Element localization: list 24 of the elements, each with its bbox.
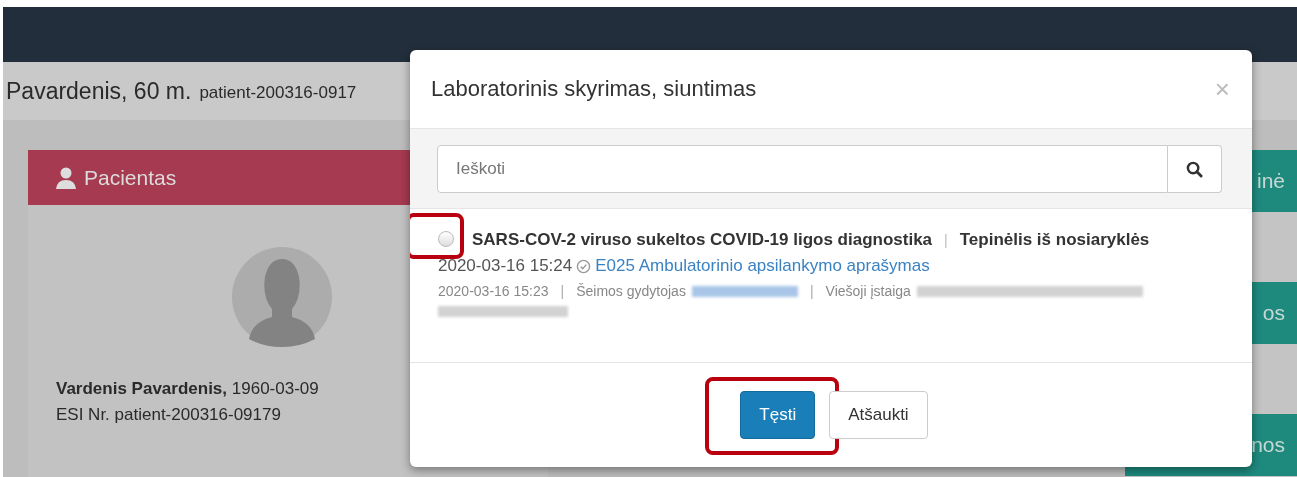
cancel-button[interactable]: Atšaukti [829, 391, 928, 439]
institution-label: Viešoji įstaiga [825, 283, 911, 299]
separator: | [560, 283, 565, 299]
search-button[interactable] [1168, 145, 1222, 193]
dialog-title: Laboratorinis skyrimas, siuntimas [431, 76, 757, 102]
document-link[interactable]: E025 Ambulatorinio apsilankymo aprašymas [595, 256, 930, 276]
user-icon [56, 166, 76, 189]
specimen-name: Tepinėlis iš nosiaryklės [959, 230, 1150, 249]
test-name: SARS-COV-2 viruso sukeltos COVID-19 ligos diagnostika [472, 230, 933, 249]
esi-number: ESI Nr. patient-200316-09179 [56, 405, 282, 425]
date-time: 2020-03-16 15:24 [438, 256, 573, 276]
search-icon [1186, 160, 1203, 178]
avatar-silhouette-icon [232, 247, 332, 347]
meta-date: 2020-03-16 15:23 [438, 283, 549, 299]
card-title: Pacientas [84, 165, 177, 190]
continue-button[interactable]: Tęsti [740, 391, 816, 439]
doctor-label: Šeimos gydytojas [576, 283, 686, 299]
patient-heading: Pavardenis, 60 m. [6, 77, 192, 105]
radio-button[interactable] [438, 231, 454, 247]
search-field[interactable]: Ieškoti [437, 145, 1168, 193]
patient-name: Vardenis Pavardenis, 1960-03-09 [56, 379, 320, 399]
separator: | [944, 232, 948, 248]
patient-id: patient-200316-0917 [199, 83, 357, 103]
separator: | [809, 283, 814, 299]
